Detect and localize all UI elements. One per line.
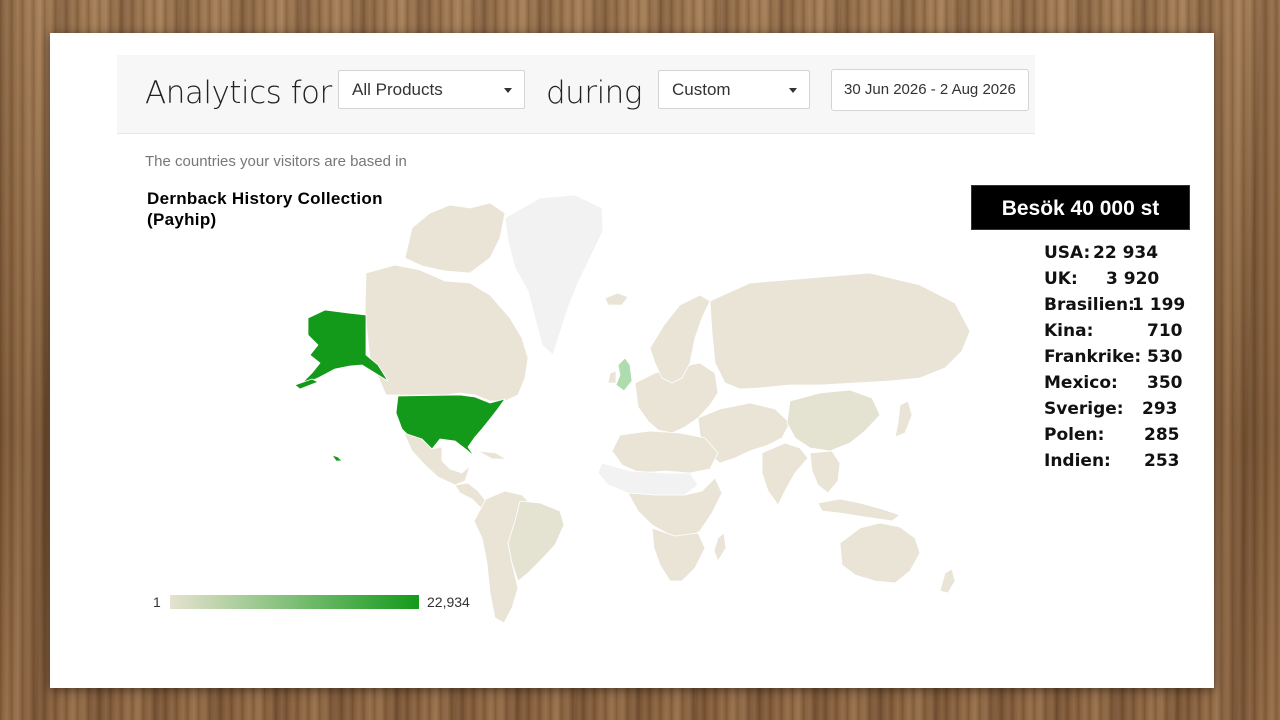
stat-value: 350 bbox=[1147, 373, 1183, 393]
legend-min-label: 1 bbox=[153, 594, 161, 610]
stat-row: USA: 22 934 bbox=[1044, 243, 1204, 269]
country-usa-hawaii bbox=[331, 454, 343, 462]
stat-country: USA: bbox=[1044, 243, 1091, 263]
stat-value: 253 bbox=[1144, 451, 1180, 471]
country-new-zealand[interactable] bbox=[939, 568, 956, 594]
stat-row: Polen: 285 bbox=[1044, 425, 1204, 451]
region-indonesia[interactable] bbox=[817, 498, 901, 522]
region-caribbean[interactable] bbox=[477, 450, 507, 460]
stat-value: 530 bbox=[1147, 347, 1183, 367]
stat-row: Brasilien: 1 199 bbox=[1044, 295, 1204, 321]
stat-country: Polen: bbox=[1044, 425, 1105, 445]
stat-row: Kina: 710 bbox=[1044, 321, 1204, 347]
country-australia[interactable] bbox=[839, 522, 921, 584]
stat-country: Brasilien: bbox=[1044, 295, 1135, 315]
stat-country: Sverige: bbox=[1044, 399, 1124, 419]
region-southeast-asia[interactable] bbox=[809, 450, 841, 494]
country-madagascar[interactable] bbox=[713, 532, 727, 562]
country-uk[interactable] bbox=[615, 357, 633, 392]
country-ireland[interactable] bbox=[607, 370, 617, 384]
stat-country: Kina: bbox=[1044, 321, 1094, 341]
stat-country: Frankrike: bbox=[1044, 347, 1142, 367]
stat-value: 285 bbox=[1144, 425, 1180, 445]
stat-country: Mexico: bbox=[1044, 373, 1118, 393]
stat-value: 22 934 bbox=[1093, 243, 1159, 263]
stat-row: Indien: 253 bbox=[1044, 451, 1204, 477]
country-russia[interactable] bbox=[709, 272, 971, 390]
region-north-africa[interactable] bbox=[611, 430, 719, 474]
country-greenland[interactable] bbox=[504, 194, 604, 356]
stat-row: Frankrike: 530 bbox=[1044, 347, 1204, 373]
stat-row: Sverige: 293 bbox=[1044, 399, 1204, 425]
stat-value: 710 bbox=[1147, 321, 1183, 341]
country-canada[interactable] bbox=[364, 264, 529, 402]
country-iceland[interactable] bbox=[604, 292, 629, 306]
stat-country: UK: bbox=[1044, 269, 1078, 289]
total-visits-badge: Besök 40 000 st bbox=[971, 185, 1190, 230]
stat-value: 1 199 bbox=[1132, 295, 1186, 315]
world-map[interactable] bbox=[50, 33, 1214, 688]
legend-color-scale bbox=[170, 595, 419, 609]
analytics-panel: Analytics for All Products during Custom… bbox=[50, 33, 1214, 688]
country-china[interactable] bbox=[786, 389, 881, 452]
country-canada-islands[interactable] bbox=[404, 202, 506, 274]
legend-max-label: 22,934 bbox=[427, 594, 470, 610]
stat-row: UK: 3 920 bbox=[1044, 269, 1204, 295]
region-southern-africa[interactable] bbox=[651, 527, 706, 582]
country-india[interactable] bbox=[761, 442, 809, 506]
stat-row: Mexico: 350 bbox=[1044, 373, 1204, 399]
stat-value: 293 bbox=[1142, 399, 1178, 419]
stat-value: 3 920 bbox=[1106, 269, 1160, 289]
stat-country: Indien: bbox=[1044, 451, 1111, 471]
country-japan[interactable] bbox=[894, 400, 913, 438]
